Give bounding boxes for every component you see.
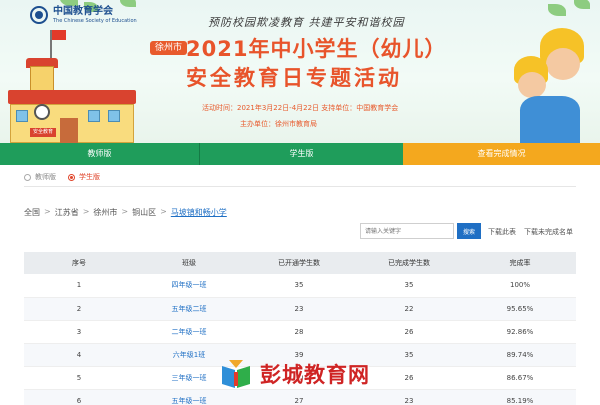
cell-index: 3 bbox=[24, 320, 134, 344]
cell-class-link[interactable]: 五年级二班 bbox=[134, 297, 244, 321]
breadcrumb-item[interactable]: 江苏省 bbox=[55, 207, 79, 218]
banner-title-line2: 安全教育日专题活动 bbox=[186, 66, 402, 90]
cell-enrolled: 23 bbox=[244, 297, 354, 321]
download-unfinished-link[interactable]: 下载未完成名单 bbox=[524, 227, 573, 237]
activity-time-text: 活动时间：2021年3月22日-4月22日 支持单位：中国教育学会 bbox=[202, 104, 399, 112]
nav-completion[interactable]: 查看完成情况 bbox=[403, 143, 600, 165]
cell-rate: 100% bbox=[464, 274, 576, 298]
banner-title-line1: 2021年中小学生（幼儿） bbox=[186, 37, 447, 61]
table-row: 1 四年级一班 35 35 100% bbox=[24, 274, 576, 298]
cell-enrolled: 28 bbox=[244, 320, 354, 344]
breadcrumb-current[interactable]: 马坡镇和畅小学 bbox=[171, 207, 227, 218]
window-icon bbox=[16, 110, 28, 122]
cell-completed: 22 bbox=[354, 297, 464, 321]
role-teacher-label: 教师版 bbox=[35, 173, 56, 181]
breadcrumb-separator: > bbox=[44, 207, 51, 216]
flag-icon bbox=[52, 30, 66, 40]
child-body-icon bbox=[520, 96, 580, 143]
window-icon bbox=[108, 110, 120, 122]
breadcrumb-separator: > bbox=[121, 207, 129, 216]
breadcrumb-separator: > bbox=[160, 207, 167, 216]
column-header: 已完成学生数 bbox=[354, 252, 464, 274]
role-student[interactable]: 学生版 bbox=[68, 172, 100, 182]
cell-index: 1 bbox=[24, 274, 134, 298]
roof bbox=[8, 90, 136, 104]
site-watermark: 彭城教育网 bbox=[218, 356, 370, 392]
cell-index: 4 bbox=[24, 343, 134, 367]
door-icon bbox=[60, 118, 78, 143]
radio-icon bbox=[24, 173, 31, 181]
download-table-link[interactable]: 下载此表 bbox=[488, 227, 516, 237]
child-face-icon bbox=[546, 48, 580, 80]
activity-banner: 中国教育学会 The Chinese Society of Education … bbox=[0, 0, 600, 143]
organizer-text: 主办单位：徐州市教育局 bbox=[240, 120, 317, 128]
cell-rate: 85.19% bbox=[464, 389, 576, 405]
cell-rate: 95.65% bbox=[464, 297, 576, 321]
breadcrumb-item[interactable]: 铜山区 bbox=[132, 207, 156, 218]
breadcrumb-item[interactable]: 徐州市 bbox=[93, 207, 117, 218]
child-face-icon bbox=[518, 72, 546, 98]
school-house-illustration: 安全教育 bbox=[0, 30, 140, 143]
cell-rate: 92.86% bbox=[464, 320, 576, 344]
radio-selected-icon bbox=[68, 173, 75, 181]
cell-completed: 35 bbox=[354, 343, 464, 367]
cell-index: 6 bbox=[24, 389, 134, 405]
cell-index: 5 bbox=[24, 366, 134, 390]
search-input[interactable] bbox=[360, 223, 454, 239]
column-header: 序号 bbox=[24, 252, 134, 274]
role-student-label: 学生版 bbox=[79, 173, 100, 181]
society-logo-text: 中国教育学会 The Chinese Society of Education bbox=[53, 5, 137, 24]
book-logo-icon bbox=[222, 360, 250, 388]
table-row: 3 二年级一班 28 26 92.86% bbox=[24, 320, 576, 344]
cell-rate: 86.67% bbox=[464, 366, 576, 390]
column-header: 班级 bbox=[134, 252, 244, 274]
role-teacher[interactable]: 教师版 bbox=[24, 172, 56, 182]
banner-slogan: 预防校园欺凌教育 共建平安和谐校园 bbox=[208, 16, 405, 29]
cell-completed: 35 bbox=[354, 274, 464, 298]
table-row: 2 五年级二班 23 22 95.65% bbox=[24, 297, 576, 321]
watermark-text: 彭城教育网 bbox=[260, 363, 370, 387]
divider bbox=[24, 186, 576, 187]
main-nav: 教师版 学生版 查看完成情况 bbox=[0, 143, 600, 165]
cell-class-link[interactable]: 四年级一班 bbox=[134, 274, 244, 298]
search-button[interactable]: 搜索 bbox=[457, 223, 481, 239]
cell-class-link[interactable]: 二年级一班 bbox=[134, 320, 244, 344]
column-header: 完成率 bbox=[464, 252, 576, 274]
breadcrumb: 全国 > 江苏省 > 徐州市 > 铜山区 > 马坡镇和畅小学 bbox=[24, 207, 227, 218]
table-header-row: 序号 班级 已开通学生数 已完成学生数 完成率 bbox=[24, 252, 576, 274]
cell-rate: 89.74% bbox=[464, 343, 576, 367]
breadcrumb-item[interactable]: 全国 bbox=[24, 207, 40, 218]
school-sign: 安全教育 bbox=[30, 128, 56, 137]
leaf-decoration bbox=[574, 0, 590, 9]
window-icon bbox=[88, 110, 100, 122]
society-logo-icon bbox=[30, 6, 48, 24]
cell-index: 2 bbox=[24, 297, 134, 321]
leaf-decoration bbox=[548, 4, 566, 16]
cell-completed: 23 bbox=[354, 389, 464, 405]
nav-teacher[interactable]: 教师版 bbox=[0, 143, 200, 165]
cell-completed: 26 bbox=[354, 366, 464, 390]
breadcrumb-separator: > bbox=[82, 207, 90, 216]
clock-icon bbox=[34, 104, 50, 120]
society-logo: 中国教育学会 The Chinese Society of Education bbox=[30, 6, 137, 24]
cell-completed: 26 bbox=[354, 320, 464, 344]
nav-student[interactable]: 学生版 bbox=[200, 143, 403, 165]
cell-enrolled: 35 bbox=[244, 274, 354, 298]
city-badge: 徐州市 bbox=[150, 41, 188, 55]
column-header: 已开通学生数 bbox=[244, 252, 354, 274]
role-switch: 教师版 学生版 bbox=[24, 172, 100, 182]
